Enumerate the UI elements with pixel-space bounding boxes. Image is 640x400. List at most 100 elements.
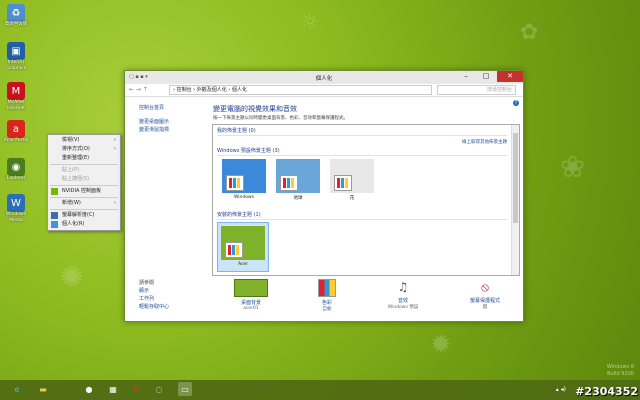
system-tray[interactable]: ▴ ◂)	[556, 386, 566, 393]
section-installed-themes: 安裝的佈景主題 (1)	[217, 212, 261, 218]
menu-separator	[50, 197, 118, 198]
theme-list: 我的佈景主題 (0) 線上取得其他佈景主題 Windows 預設佈景主題 (3)…	[212, 124, 520, 276]
menu-item-paste[interactable]: 貼上(P)	[48, 166, 120, 175]
color-palette-icon	[226, 175, 244, 191]
no-screen-saver-icon: ⦸	[481, 280, 489, 294]
personalization-window: ▢ ▪ ▪ ▾ 個人化 – □ ✕ ← → ↑ › 控制台 › 外觀及個人化 ›…	[124, 70, 524, 322]
theme-preview	[222, 159, 266, 193]
theme-flowers[interactable]: 花	[327, 159, 377, 201]
see-also-taskbar[interactable]: 工作列	[139, 295, 169, 303]
see-also-display[interactable]: 顯示	[139, 287, 169, 295]
menu-item-personalize[interactable]: 個人化(R)	[48, 220, 120, 229]
acer-portal-icon: a	[7, 120, 25, 138]
network-taskbar-button[interactable]: ◌	[152, 382, 166, 396]
nav-change-mouse-pointers[interactable]: 變更滑鼠指標	[139, 126, 219, 134]
page-title: 變更電腦的視覺效果和音效	[213, 105, 297, 113]
get-more-themes-link[interactable]: 線上取得其他佈景主題	[462, 139, 507, 145]
search-input[interactable]: 搜尋控制台	[437, 85, 516, 95]
desktop-icon-windows-media[interactable]: W Windows Media	[2, 194, 30, 224]
internet-explorer-icon: e	[14, 384, 20, 394]
explorer-taskbar-button[interactable]: ▬	[36, 382, 50, 396]
navigation-buttons[interactable]: ← → ↑	[129, 86, 148, 93]
menu-item-sort[interactable]: 排序方式(O) ›	[48, 145, 120, 154]
color-palette-icon	[280, 175, 298, 191]
theme-preview	[276, 159, 320, 193]
section-divider	[217, 155, 507, 156]
chevron-right-icon: ›	[114, 146, 116, 152]
desktop-background-icon	[234, 279, 268, 297]
theme-preview	[330, 159, 374, 193]
desktop-background-tile[interactable]: 桌面背景 acer01	[221, 279, 281, 311]
network-icon: ◌	[155, 384, 163, 394]
nav-change-desktop-icons[interactable]: 變更桌面圖示	[139, 118, 219, 126]
menu-item-new[interactable]: 新增(W) ›	[48, 199, 120, 208]
desktop-context-menu: 檢視(V) › 排序方式(O) › 重新整理(E) 貼上(P) 貼上捷徑(S) NV…	[47, 134, 121, 231]
power-icon: ⏻	[133, 384, 141, 393]
menu-separator	[50, 185, 118, 186]
background-decoration: ✿	[520, 20, 539, 45]
section-my-themes: 我的佈景主題 (0)	[217, 128, 256, 134]
title-bar[interactable]: ▢ ▪ ▪ ▾ 個人化 – □ ✕	[125, 71, 523, 84]
menu-separator	[50, 209, 118, 210]
close-button[interactable]: ✕	[497, 71, 523, 82]
theme-earth[interactable]: 地球	[273, 159, 323, 201]
background-decoration: ✺	[60, 260, 84, 293]
media-taskbar-button[interactable]: ●	[82, 382, 96, 396]
see-also-ease-of-access[interactable]: 輕鬆存取中心	[139, 303, 169, 311]
menu-item-refresh[interactable]: 重新整理(E)	[48, 154, 120, 163]
menu-item-paste-shortcut[interactable]: 貼上捷徑(S)	[48, 175, 120, 184]
menu-item-screen-resolution[interactable]: 螢幕解析度(C)	[48, 211, 120, 220]
theme-list-scrollbar[interactable]	[511, 125, 519, 275]
help-icon[interactable]: ?	[513, 100, 519, 106]
app-taskbar-button[interactable]: ▦	[106, 382, 120, 396]
menu-separator	[50, 164, 118, 165]
color-palette-icon	[334, 175, 352, 191]
personalization-taskbar-button[interactable]: ▭	[178, 382, 192, 396]
desktop-icon-intel[interactable]: ▣ Intel(R) Graphics	[2, 42, 30, 72]
maximize-button[interactable]: □	[477, 71, 495, 82]
left-navigation: 控制台首頁 變更桌面圖示 變更滑鼠指標	[139, 104, 219, 134]
theme-windows[interactable]: Windows	[219, 159, 269, 200]
intel-graphics-icon: ▣	[7, 42, 25, 60]
theme-acer[interactable]: Acer	[217, 222, 269, 272]
ie-taskbar-button[interactable]: e	[10, 382, 24, 396]
address-path[interactable]: › 控制台 › 外觀及個人化 › 個人化	[169, 85, 432, 95]
section-divider	[217, 219, 507, 220]
color-tile[interactable]: 色彩 自動	[297, 279, 357, 312]
chevron-right-icon: ›	[114, 200, 116, 206]
nvidia-icon	[51, 188, 58, 195]
address-bar-row: ← → ↑ › 控制台 › 外觀及個人化 › 個人化 搜尋控制台	[125, 84, 523, 97]
menu-item-nvidia[interactable]: NVIDIA 控制面板	[48, 187, 120, 196]
background-decoration: ❀	[560, 150, 586, 185]
nav-control-panel-home[interactable]: 控制台首頁	[139, 104, 219, 112]
chevron-right-icon: ›	[114, 137, 116, 143]
mcafee-icon: M	[7, 82, 25, 100]
folder-icon: ▬	[39, 384, 47, 394]
color-palette-icon	[318, 279, 336, 297]
desktop-icon-explorer[interactable]: ◉ Explorer	[2, 158, 30, 182]
desktop-icon-recycle-bin[interactable]: ♻ 資源回收筒	[2, 4, 30, 28]
page-description: 按一下佈景主題以同時變更桌面背景、色彩、音效和螢幕保護程式。	[213, 116, 348, 121]
color-palette-icon	[225, 242, 243, 258]
menu-item-view[interactable]: 檢視(V) ›	[48, 136, 120, 145]
section-divider	[217, 135, 507, 136]
media-icon: ●	[85, 384, 93, 394]
image-id-stamp: #2304352	[575, 385, 638, 398]
desktop-icon-mcafee[interactable]: M McAfee Internet	[2, 82, 30, 112]
speaker-icon: ♫	[397, 280, 409, 294]
theme-preview	[221, 226, 265, 260]
explorer-icon: ◉	[7, 158, 25, 176]
see-also: 請參閱 顯示 工作列 輕鬆存取中心	[139, 279, 169, 311]
windows-media-icon: W	[7, 194, 25, 212]
app-icon: ▦	[109, 384, 117, 394]
taskbar: e ▬ ● ▦ ⏻ ◌ ▭ ▴ ◂)	[0, 380, 640, 400]
minimize-button[interactable]: –	[457, 71, 475, 82]
desktop-icon-acer-portal[interactable]: a Acer Portal	[2, 120, 30, 144]
power-taskbar-button[interactable]: ⏻	[130, 382, 144, 396]
screen-saver-tile[interactable]: ⦸ 螢幕保護程式 無	[455, 279, 515, 310]
monitor-icon	[51, 212, 58, 219]
personalize-icon	[51, 221, 58, 228]
scrollbar-thumb[interactable]	[513, 133, 518, 223]
see-also-heading: 請參閱	[139, 280, 155, 286]
sounds-tile[interactable]: ♫ 音效 Windows 預設	[373, 279, 433, 310]
